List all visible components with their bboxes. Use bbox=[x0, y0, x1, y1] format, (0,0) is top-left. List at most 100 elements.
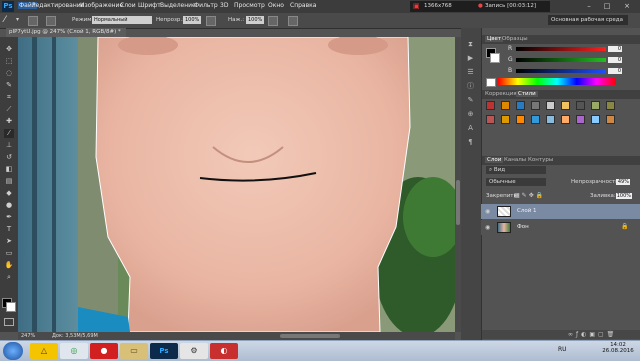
history-panel-icon[interactable]: ⧗ bbox=[465, 40, 476, 49]
tab-layers[interactable]: Слои bbox=[485, 157, 504, 163]
quick-select-tool-icon[interactable]: ✎ bbox=[4, 81, 14, 90]
channel-r-value[interactable]: 0 bbox=[608, 46, 622, 52]
eye-icon[interactable]: ◉ bbox=[485, 208, 490, 215]
style-swatch[interactable] bbox=[576, 115, 585, 124]
style-swatch[interactable] bbox=[591, 115, 600, 124]
avast-icon[interactable]: △ bbox=[30, 343, 58, 359]
channel-r-slider[interactable] bbox=[516, 47, 606, 51]
clone-source-icon[interactable]: ⊕ bbox=[465, 110, 476, 119]
recorder-icon[interactable]: ● bbox=[90, 343, 118, 359]
layer-filter-select[interactable]: ⌕ Вид bbox=[486, 166, 546, 174]
layer-actions-icons[interactable]: ∞ƒ◐▣▢🗑 bbox=[568, 331, 617, 338]
menu-3d[interactable]: 3D bbox=[220, 2, 228, 9]
brush-panel-icon[interactable]: ✎ bbox=[465, 96, 476, 105]
pressure-input[interactable]: 100% bbox=[246, 16, 264, 24]
workspace-select[interactable]: Основная рабочая среда bbox=[548, 15, 628, 25]
history-brush-tool-icon[interactable]: ↺ bbox=[4, 153, 14, 162]
doc-size[interactable]: Док: 3,53M/5,69M bbox=[52, 332, 98, 340]
chrome-icon[interactable]: ◎ bbox=[60, 343, 88, 359]
close-button[interactable]: × bbox=[620, 2, 634, 11]
tab-swatches[interactable]: Образцы bbox=[502, 36, 528, 42]
move-tool-icon[interactable]: ✥ bbox=[4, 45, 14, 54]
menu-window[interactable]: Окно bbox=[268, 2, 284, 9]
fill-input[interactable]: 100% bbox=[616, 193, 632, 199]
tab-paths[interactable]: Контуры bbox=[528, 157, 553, 163]
windows-start-icon[interactable] bbox=[3, 342, 23, 360]
shape-tool-icon[interactable]: ▭ bbox=[4, 249, 14, 258]
brush-preset-icon[interactable] bbox=[28, 16, 38, 26]
lock-icons[interactable]: ▦✎✥🔒 bbox=[514, 192, 545, 199]
minimize-button[interactable]: – bbox=[582, 2, 596, 11]
eraser-tool-icon[interactable]: ◧ bbox=[4, 165, 14, 174]
out-of-gamut-icon[interactable] bbox=[486, 78, 496, 87]
type-tool-icon[interactable]: T bbox=[4, 225, 14, 234]
pressure-size-icon[interactable] bbox=[288, 16, 298, 26]
red-app-icon[interactable]: ◐ bbox=[210, 343, 238, 359]
menu-help[interactable]: Справка bbox=[290, 2, 316, 9]
chevron-down-icon[interactable]: ▾ bbox=[16, 16, 19, 23]
style-swatch[interactable] bbox=[606, 101, 615, 110]
pen-tool-icon[interactable]: ✒ bbox=[4, 213, 14, 222]
menu-filter[interactable]: Фильтр bbox=[194, 2, 218, 9]
style-swatch[interactable] bbox=[531, 115, 540, 124]
paragraph-panel-icon[interactable]: ¶ bbox=[465, 138, 476, 147]
style-swatch[interactable] bbox=[531, 101, 540, 110]
style-swatch[interactable] bbox=[486, 115, 495, 124]
layer-name[interactable]: Фон bbox=[517, 224, 529, 230]
channel-b-slider[interactable] bbox=[516, 69, 606, 73]
background-color[interactable] bbox=[6, 302, 16, 312]
layer-row-background[interactable]: ◉ Фон 🔒 bbox=[481, 220, 640, 235]
menu-edit[interactable]: Редактирование bbox=[32, 2, 84, 9]
style-swatch[interactable] bbox=[516, 101, 525, 110]
stamp-tool-icon[interactable]: ⊥ bbox=[4, 141, 14, 150]
brush-panel-icon[interactable] bbox=[46, 16, 56, 26]
quick-mask-icon[interactable] bbox=[4, 318, 14, 326]
style-swatch[interactable] bbox=[561, 101, 570, 110]
tab-color[interactable]: Цвет bbox=[485, 36, 504, 42]
pressure-opacity-icon[interactable] bbox=[206, 16, 216, 26]
eye-icon[interactable]: ◉ bbox=[485, 224, 490, 231]
menu-select[interactable]: Выделение bbox=[160, 2, 196, 9]
language-indicator[interactable]: RU bbox=[558, 346, 567, 353]
explorer-icon[interactable]: ▭ bbox=[120, 343, 148, 359]
clock[interactable]: 14:02 26.08.2016 bbox=[600, 342, 636, 354]
brush-tool-icon[interactable]: ⁄ bbox=[4, 129, 14, 138]
path-select-tool-icon[interactable]: ➤ bbox=[4, 237, 14, 246]
tab-styles[interactable]: Стили bbox=[516, 91, 538, 97]
healing-tool-icon[interactable]: ✚ bbox=[4, 117, 14, 126]
character-panel-icon[interactable]: A bbox=[465, 124, 476, 133]
zoom-tool-icon[interactable]: ⌕ bbox=[4, 273, 14, 282]
menu-view[interactable]: Просмотр bbox=[234, 2, 265, 9]
style-swatch[interactable] bbox=[486, 101, 495, 110]
style-swatch[interactable] bbox=[606, 115, 615, 124]
opacity-input[interactable]: 100% bbox=[183, 16, 201, 24]
channel-b-value[interactable]: 0 bbox=[608, 68, 622, 74]
color-ramp[interactable] bbox=[498, 78, 616, 85]
photoshop-icon[interactable]: Ps bbox=[150, 343, 178, 359]
menu-image[interactable]: Изображение bbox=[80, 2, 123, 9]
maximize-button[interactable]: □ bbox=[600, 2, 614, 11]
properties-panel-icon[interactable]: ☰ bbox=[465, 68, 476, 77]
document-tab[interactable]: pIP7ytU.jpg @ 247% (Слой 1, RGB/8#) * bbox=[6, 28, 126, 37]
tab-adjustments[interactable]: Коррекция bbox=[485, 91, 517, 97]
document-canvas[interactable] bbox=[18, 37, 455, 332]
horizontal-scrollbar[interactable] bbox=[280, 334, 340, 338]
airbrush-icon[interactable] bbox=[268, 16, 278, 26]
blur-tool-icon[interactable]: ◆ bbox=[4, 189, 14, 198]
bg-color-swatch[interactable] bbox=[490, 53, 500, 63]
mode-select[interactable]: Нормальный bbox=[92, 16, 152, 24]
actions-panel-icon[interactable]: ▶ bbox=[465, 54, 476, 63]
vertical-scrollbar[interactable] bbox=[456, 180, 460, 225]
marquee-tool-icon[interactable]: ⬚ bbox=[4, 57, 14, 66]
style-swatch[interactable] bbox=[546, 115, 555, 124]
eyedropper-tool-icon[interactable]: ⟋ bbox=[4, 105, 14, 114]
layer-name[interactable]: Слой 1 bbox=[517, 208, 537, 214]
style-swatch[interactable] bbox=[516, 115, 525, 124]
dodge-tool-icon[interactable]: ● bbox=[4, 201, 14, 210]
zoom-readout[interactable]: 247% bbox=[21, 332, 35, 340]
info-panel-icon[interactable]: ⓘ bbox=[465, 82, 476, 91]
style-swatch[interactable] bbox=[501, 115, 510, 124]
blend-mode-select[interactable]: Обычные bbox=[486, 178, 546, 186]
gradient-tool-icon[interactable]: ▤ bbox=[4, 177, 14, 186]
tab-channels[interactable]: Каналы bbox=[504, 157, 526, 163]
